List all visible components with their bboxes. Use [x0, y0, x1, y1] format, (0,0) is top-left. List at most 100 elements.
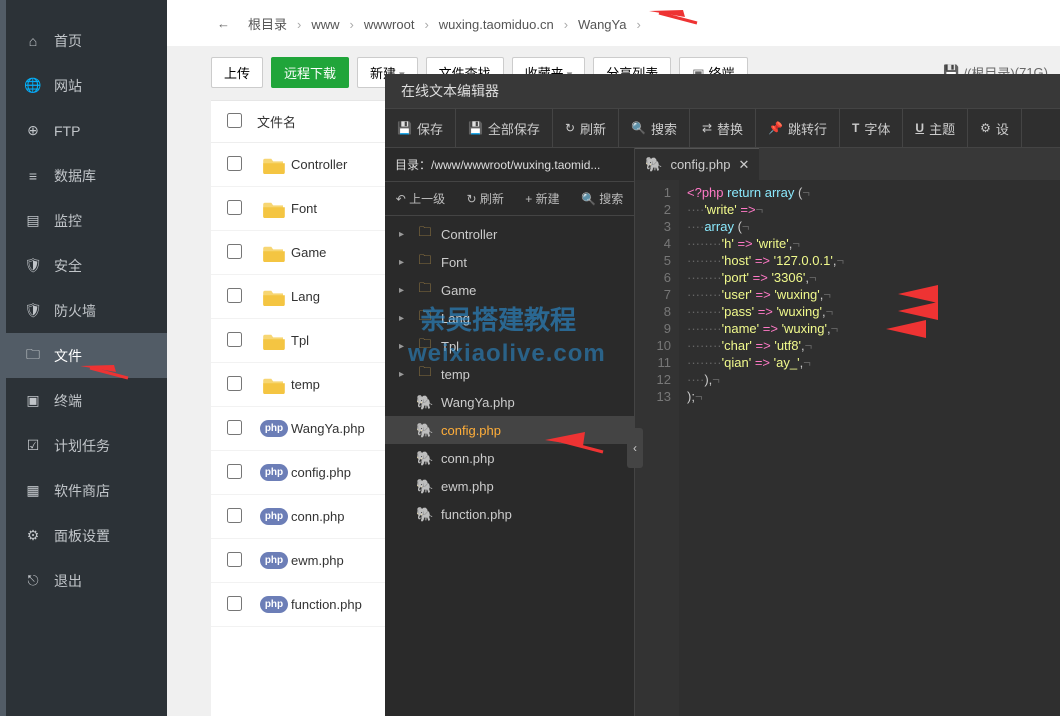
- tree-folder[interactable]: ▸🗀Font: [385, 248, 634, 276]
- replace-button[interactable]: ⇄替换: [690, 109, 756, 147]
- tree-refresh-button[interactable]: ↻ 刷新: [466, 190, 503, 207]
- folder-icon: 🗀: [417, 223, 433, 245]
- globe-icon: 🌐: [24, 77, 42, 94]
- font-button[interactable]: T字体: [840, 109, 903, 147]
- refresh-button[interactable]: ↻刷新: [553, 109, 619, 147]
- tree-item-label: Game: [441, 283, 476, 298]
- php-icon: 🐘: [417, 478, 433, 495]
- select-all-checkbox[interactable]: [227, 113, 242, 128]
- breadcrumb-item[interactable]: 根目录: [238, 17, 297, 32]
- monitor-icon: ▤: [24, 212, 42, 229]
- shield-icon: 🛡: [24, 257, 42, 274]
- tab-label: config.php: [670, 157, 730, 172]
- php-icon: 🐘: [417, 506, 433, 523]
- php-icon: php: [260, 464, 288, 481]
- file-tree-panel: 目录：/www/wwwroot/wuxing.taomid... ↶ 上一级 ↻…: [385, 148, 635, 716]
- row-checkbox[interactable]: [227, 552, 242, 567]
- tree-folder[interactable]: ▸🗀Game: [385, 276, 634, 304]
- folder-icon: [257, 156, 291, 174]
- theme-button[interactable]: U主题: [903, 109, 968, 147]
- tree-search-button[interactable]: 🔍 搜索: [581, 190, 623, 207]
- sidebar-item-home[interactable]: ⌂首页: [0, 18, 167, 63]
- tree-file[interactable]: 🐘function.php: [385, 500, 634, 528]
- close-tab-icon[interactable]: ✕: [738, 157, 749, 173]
- sidebar-item-task[interactable]: ☑ 计划任务: [0, 423, 167, 468]
- row-checkbox[interactable]: [227, 376, 242, 391]
- text-editor: 在线文本编辑器 💾保存 💾全部保存 ↻刷新 🔍搜索 ⇄替换 📌跳转行 T字体 U…: [385, 74, 1060, 716]
- sidebar-item-file[interactable]: 🗀文件: [0, 333, 167, 378]
- editor-tab-config[interactable]: 🐘 config.php ✕: [635, 148, 759, 180]
- store-icon: ▦: [24, 482, 42, 499]
- tree-file[interactable]: 🐘conn.php: [385, 444, 634, 472]
- terminal-icon: ▣: [24, 392, 42, 409]
- tree-folder[interactable]: ▸🗀Controller: [385, 220, 634, 248]
- row-checkbox[interactable]: [227, 288, 242, 303]
- tree-folder[interactable]: ▸🗀Lang: [385, 304, 634, 332]
- row-checkbox[interactable]: [227, 596, 242, 611]
- chevron-right-icon: ›: [636, 17, 640, 32]
- breadcrumb-item[interactable]: wuxing.taomiduo.cn: [429, 17, 564, 32]
- sidebar-item-globe[interactable]: 🌐网站: [0, 63, 167, 108]
- sidebar-item-fire[interactable]: 🛡防火墙: [0, 288, 167, 333]
- sidebar-item-terminal[interactable]: ▣终端: [0, 378, 167, 423]
- sidebar-item-label: FTP: [54, 123, 80, 139]
- tree-item-label: Font: [441, 255, 467, 270]
- sidebar-item-ftp[interactable]: ⊕FTP: [0, 108, 167, 153]
- folder-icon: [257, 288, 291, 306]
- row-checkbox[interactable]: [227, 156, 242, 171]
- tree-new-button[interactable]: + 新建: [525, 190, 559, 207]
- sidebar-item-shield[interactable]: 🛡安全: [0, 243, 167, 288]
- file-icon: php: [257, 420, 291, 437]
- caret-right-icon: ▸: [399, 369, 409, 380]
- home-icon: ⌂: [24, 33, 42, 49]
- caret-right-icon: ▸: [399, 229, 409, 240]
- task-icon: ☑: [24, 437, 42, 454]
- row-checkbox[interactable]: [227, 464, 242, 479]
- search-button[interactable]: 🔍搜索: [619, 109, 690, 147]
- file-icon: php: [257, 596, 291, 613]
- row-checkbox[interactable]: [227, 508, 242, 523]
- sidebar-item-label: 计划任务: [54, 436, 110, 456]
- tree-file[interactable]: 🐘 ewm.php: [385, 472, 634, 500]
- tree-ops: ↶ 上一级 ↻ 刷新 + 新建 🔍 搜索: [385, 182, 634, 216]
- tree-up-button[interactable]: ↶ 上一级: [396, 190, 445, 207]
- editor-title: 在线文本编辑器: [385, 74, 1060, 108]
- folder-icon: [257, 244, 291, 262]
- save-all-button[interactable]: 💾全部保存: [456, 109, 553, 147]
- tree-file[interactable]: 🐘config.php: [385, 416, 634, 444]
- upload-button[interactable]: 上传: [211, 57, 263, 88]
- tree-folder[interactable]: ▸🗀Tpl: [385, 332, 634, 360]
- folder-icon: 🗀: [417, 363, 433, 385]
- tree-file[interactable]: 🐘WangYa.php: [385, 388, 634, 416]
- sidebar-item-store[interactable]: ▦软件商店: [0, 468, 167, 513]
- sidebar-item-label: 面板设置: [54, 526, 110, 546]
- breadcrumb-item[interactable]: wwwroot: [354, 17, 425, 32]
- file-icon: php: [257, 552, 291, 569]
- row-checkbox[interactable]: [227, 332, 242, 347]
- php-icon: php: [260, 552, 288, 569]
- sidebar-item-db[interactable]: ≡数据库: [0, 153, 167, 198]
- folder-icon: 🗀: [417, 335, 433, 357]
- save-button[interactable]: 💾保存: [385, 109, 456, 147]
- settings-button[interactable]: ⚙设: [968, 109, 1022, 147]
- sidebar-item-logout[interactable]: ⎋退出: [0, 558, 167, 603]
- tree-item-label: WangYa.php: [441, 395, 515, 410]
- remote-download-button[interactable]: 远程下载: [271, 57, 349, 88]
- row-checkbox[interactable]: [227, 200, 242, 215]
- row-checkbox[interactable]: [227, 244, 242, 259]
- goto-line-button[interactable]: 📌跳转行: [756, 109, 840, 147]
- breadcrumb-item[interactable]: WangYa: [568, 17, 636, 32]
- code-editor[interactable]: 12345678910111213 <?php return array (¬·…: [635, 180, 1060, 716]
- collapse-tree-handle[interactable]: ‹: [627, 428, 643, 468]
- tree-item-label: config.php: [441, 423, 501, 438]
- sidebar-item-settings[interactable]: ⚙面板设置: [0, 513, 167, 558]
- folder-icon: 🗀: [417, 251, 433, 273]
- sidebar-item-monitor[interactable]: ▤监控: [0, 198, 167, 243]
- row-checkbox[interactable]: [227, 420, 242, 435]
- folder-icon: 🗀: [417, 279, 433, 301]
- tree-item-label: ewm.php: [441, 479, 494, 494]
- code-content[interactable]: <?php return array (¬····'write' =>¬····…: [679, 180, 1060, 716]
- back-icon[interactable]: ←: [217, 16, 230, 31]
- breadcrumb-item[interactable]: www: [301, 17, 349, 32]
- tree-folder[interactable]: ▸🗀temp: [385, 360, 634, 388]
